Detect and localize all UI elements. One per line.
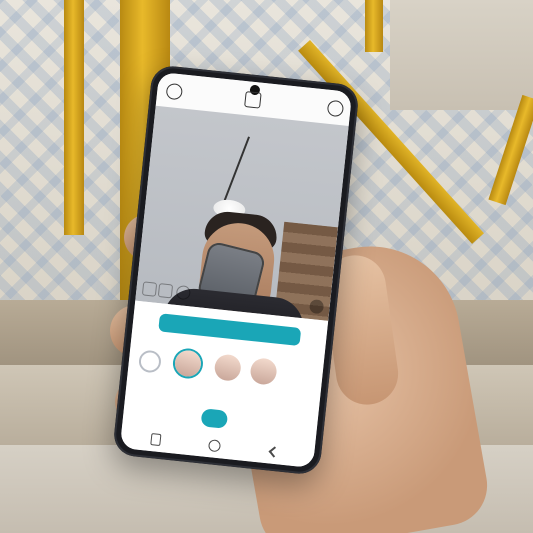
filter-thumbnail[interactable] xyxy=(248,356,279,387)
lamp-cord xyxy=(223,136,250,203)
settings-circle-icon[interactable] xyxy=(165,82,184,101)
yellow-rail xyxy=(365,0,383,52)
camera-viewfinder[interactable] xyxy=(135,105,349,321)
wall xyxy=(390,0,533,110)
photo-scene xyxy=(0,0,533,533)
filter-sheet xyxy=(119,300,329,469)
expand-icon[interactable] xyxy=(308,298,325,315)
smartphone xyxy=(112,64,360,476)
filter-thumbnail[interactable] xyxy=(171,347,205,380)
tab-active[interactable] xyxy=(200,408,229,429)
flip-camera-icon[interactable] xyxy=(326,99,345,118)
back-icon[interactable] xyxy=(268,446,280,458)
yellow-rail xyxy=(64,0,84,235)
filter-row xyxy=(137,345,316,397)
filter-none-button[interactable] xyxy=(137,349,163,374)
shutter-hint-icon[interactable] xyxy=(175,284,192,301)
home-icon[interactable] xyxy=(207,439,222,453)
mode-icon[interactable] xyxy=(141,281,158,297)
recent-apps-icon[interactable] xyxy=(150,433,162,447)
filter-thumbnail[interactable] xyxy=(211,351,244,384)
timer-icon[interactable] xyxy=(157,283,174,299)
phone-screen xyxy=(119,71,353,469)
aspect-ratio-icon[interactable] xyxy=(244,91,262,109)
hint-banner xyxy=(158,313,302,347)
